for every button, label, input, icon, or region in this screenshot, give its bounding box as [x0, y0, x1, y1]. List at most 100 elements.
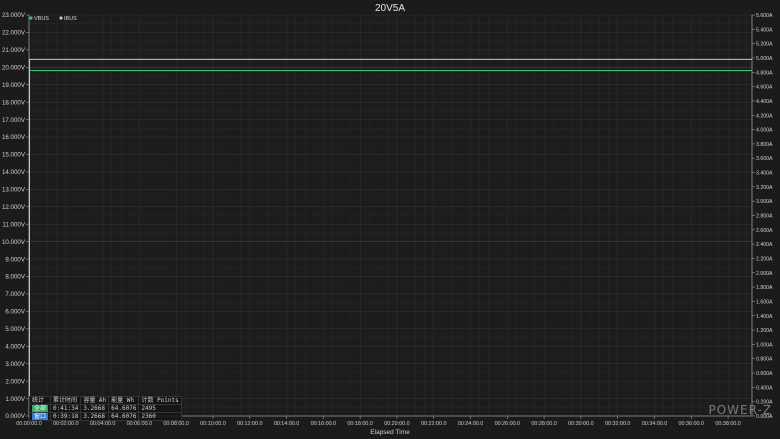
y-right-tick-label: 4.000A — [756, 128, 773, 134]
y-left-tick-label: 4.000V — [5, 343, 25, 350]
y-right-tick-label: 2.600A — [756, 228, 773, 234]
y-left-tick-label: 12.000V — [2, 204, 26, 211]
x-tick-label: 00:20:00.0 — [384, 421, 409, 427]
y-left-tick-label: 20.000V — [2, 65, 26, 72]
x-tick-label: 00:06:00.0 — [127, 421, 152, 427]
y-right-tick-label: 4.200A — [756, 113, 773, 119]
y-right-tick-label: 3.600A — [756, 156, 773, 162]
stats-row-window: 窗口 0:39:18 3.2668 64.6076 2360 — [28, 412, 182, 421]
stats-cell: 0:39:18 — [50, 412, 82, 421]
y-left-tick-label: 0.000V — [5, 413, 25, 420]
y-right-tick-label: 1.400A — [756, 314, 773, 320]
y-left-tick-label: 8.000V — [5, 274, 25, 281]
x-tick-label: 00:14:00.0 — [274, 421, 299, 427]
y-right-tick-label: 2.400A — [756, 242, 773, 248]
x-tick-label: 00:10:00.0 — [200, 421, 225, 427]
chart-title: 20V5A — [375, 3, 405, 14]
y-left-tick-label: 21.000V — [2, 47, 26, 54]
y-right-tick-label: 4.600A — [756, 85, 773, 91]
y-right-tick-label: 3.000A — [756, 199, 773, 205]
y-right-tick-label: 0.400A — [756, 385, 773, 391]
stats-header-cell: 统计 — [28, 396, 52, 405]
stats-cell: 64.6076 — [108, 404, 140, 413]
x-tick-label: 00:18:00.0 — [347, 421, 372, 427]
stats-table: 统计 累计时间 容量 Ah 能量 Wh 计数 Points 全部 0:41:34… — [28, 396, 182, 421]
x-tick-label: 00:34:00.0 — [642, 421, 667, 427]
y-left-tick-label: 5.000V — [5, 326, 25, 333]
y-left-tick-label: 14.000V — [2, 169, 26, 176]
stats-row-all: 全部 0:41:34 3.2668 64.6076 2495 — [28, 404, 182, 413]
y-right-tick-label: 3.800A — [756, 142, 773, 148]
y-left-tick-label: 15.000V — [2, 152, 26, 159]
x-tick-label: 00:26:00.0 — [495, 421, 520, 427]
chart-svg: 0.000V 1.000V 2.000V 3.000V 4.000V 5.000V 6.00… — [2, 3, 773, 436]
y-left-tick-label: 13.000V — [2, 187, 26, 194]
x-tick-label: 00:30:00.0 — [568, 421, 593, 427]
y-left-tick-label: 17.000V — [2, 117, 26, 124]
y-left-tick-label: 9.000V — [5, 256, 25, 263]
y-right-tick-label: 2.800A — [756, 214, 773, 220]
app-window: 0.000V 1.000V 2.000V 3.000V 4.000V 5.000V 6.00… — [0, 0, 780, 439]
all-tag[interactable]: 全部 — [32, 405, 49, 412]
y-right-tick-label: 1.000A — [756, 342, 773, 348]
grid — [28, 14, 752, 417]
x-tick-label: 00:32:00.0 — [605, 421, 630, 427]
brand-logo: POWER-Z — [708, 403, 772, 417]
legend-marker — [29, 16, 33, 20]
y-left-tick-label: 10.000V — [2, 239, 26, 246]
y-left-tick-label: 2.000V — [5, 378, 25, 385]
y-right-tick-label: 4.800A — [756, 70, 773, 76]
stats-cell: 3.2668 — [80, 404, 110, 413]
y-right-tick-label: 5.000A — [756, 56, 773, 62]
stats-header-row: 统计 累计时间 容量 Ah 能量 Wh 计数 Points — [28, 396, 182, 405]
y-right-tick-label: 1.800A — [756, 285, 773, 291]
y-left-tick-label: 7.000V — [5, 291, 25, 298]
y-left-tick-label: 3.000V — [5, 361, 25, 368]
x-tick-label: 00:08:00.0 — [163, 421, 188, 427]
stats-row-label[interactable]: 窗口 — [28, 412, 52, 421]
y-left-tick-label: 1.000V — [5, 396, 25, 403]
y-left-tick-label: 11.000V — [2, 221, 25, 228]
x-tick-label: 00:36:00.0 — [679, 421, 704, 427]
x-tick-label: 00:12:00.0 — [237, 421, 262, 427]
y-left-tick-label: 23.000V — [2, 12, 26, 19]
y-right-tick-label: 4.400A — [756, 99, 773, 105]
y-left-tick-label: 16.000V — [2, 134, 26, 141]
y-right-tick-label: 2.000A — [756, 271, 773, 277]
y-left-tick-label: 22.000V — [2, 30, 26, 37]
y-right-tick-label: 2.200A — [756, 256, 773, 262]
x-tick-label: 00:38:00.0 — [715, 421, 740, 427]
legend-label: IBUS — [64, 16, 77, 22]
y-right-tick-label: 1.600A — [756, 299, 773, 305]
x-tick-label: 00:04:00.0 — [90, 421, 115, 427]
stats-cell: 0:41:34 — [50, 404, 82, 413]
stats-cell: 2495 — [138, 404, 182, 413]
y-right-tick-label: 0.800A — [756, 357, 773, 363]
y-left-tick-label: 6.000V — [5, 309, 25, 316]
x-axis-label: Elapsed Time — [370, 429, 410, 436]
stats-header-cell: 能量 Wh — [108, 396, 140, 405]
y-right-tick-label: 0.600A — [756, 371, 773, 377]
y-left-tick-label: 19.000V — [2, 82, 26, 89]
stats-cell: 2360 — [138, 412, 182, 421]
window-tag[interactable]: 窗口 — [32, 413, 49, 420]
y-right-tick-label: 5.200A — [756, 42, 773, 48]
legend-marker — [59, 16, 63, 20]
stats-row-label[interactable]: 全部 — [28, 404, 52, 413]
x-tick-label: 00:02:00.0 — [53, 421, 78, 427]
y-right-tick-label: 3.200A — [756, 185, 773, 191]
y-right-tick-label: 1.200A — [756, 328, 773, 334]
stats-header-cell: 容量 Ah — [80, 396, 110, 405]
legend-label: VBUS — [34, 16, 49, 22]
y-right-tick-label: 5.400A — [756, 27, 773, 33]
stats-cell: 64.6076 — [108, 412, 140, 421]
stats-header-cell: 累计时间 — [50, 396, 82, 405]
x-tick-label: 00:16:00.0 — [311, 421, 336, 427]
x-tick-label: 00:22:00.0 — [421, 421, 446, 427]
stats-header-cell: 计数 Points — [138, 396, 182, 405]
stats-cell: 3.2668 — [80, 412, 110, 421]
y-right-tick-label: 3.400A — [756, 171, 773, 177]
y-right-tick-label: 5.600A — [756, 13, 773, 19]
x-tick-label: 00:24:00.0 — [458, 421, 483, 427]
y-left-tick-label: 18.000V — [2, 99, 26, 106]
